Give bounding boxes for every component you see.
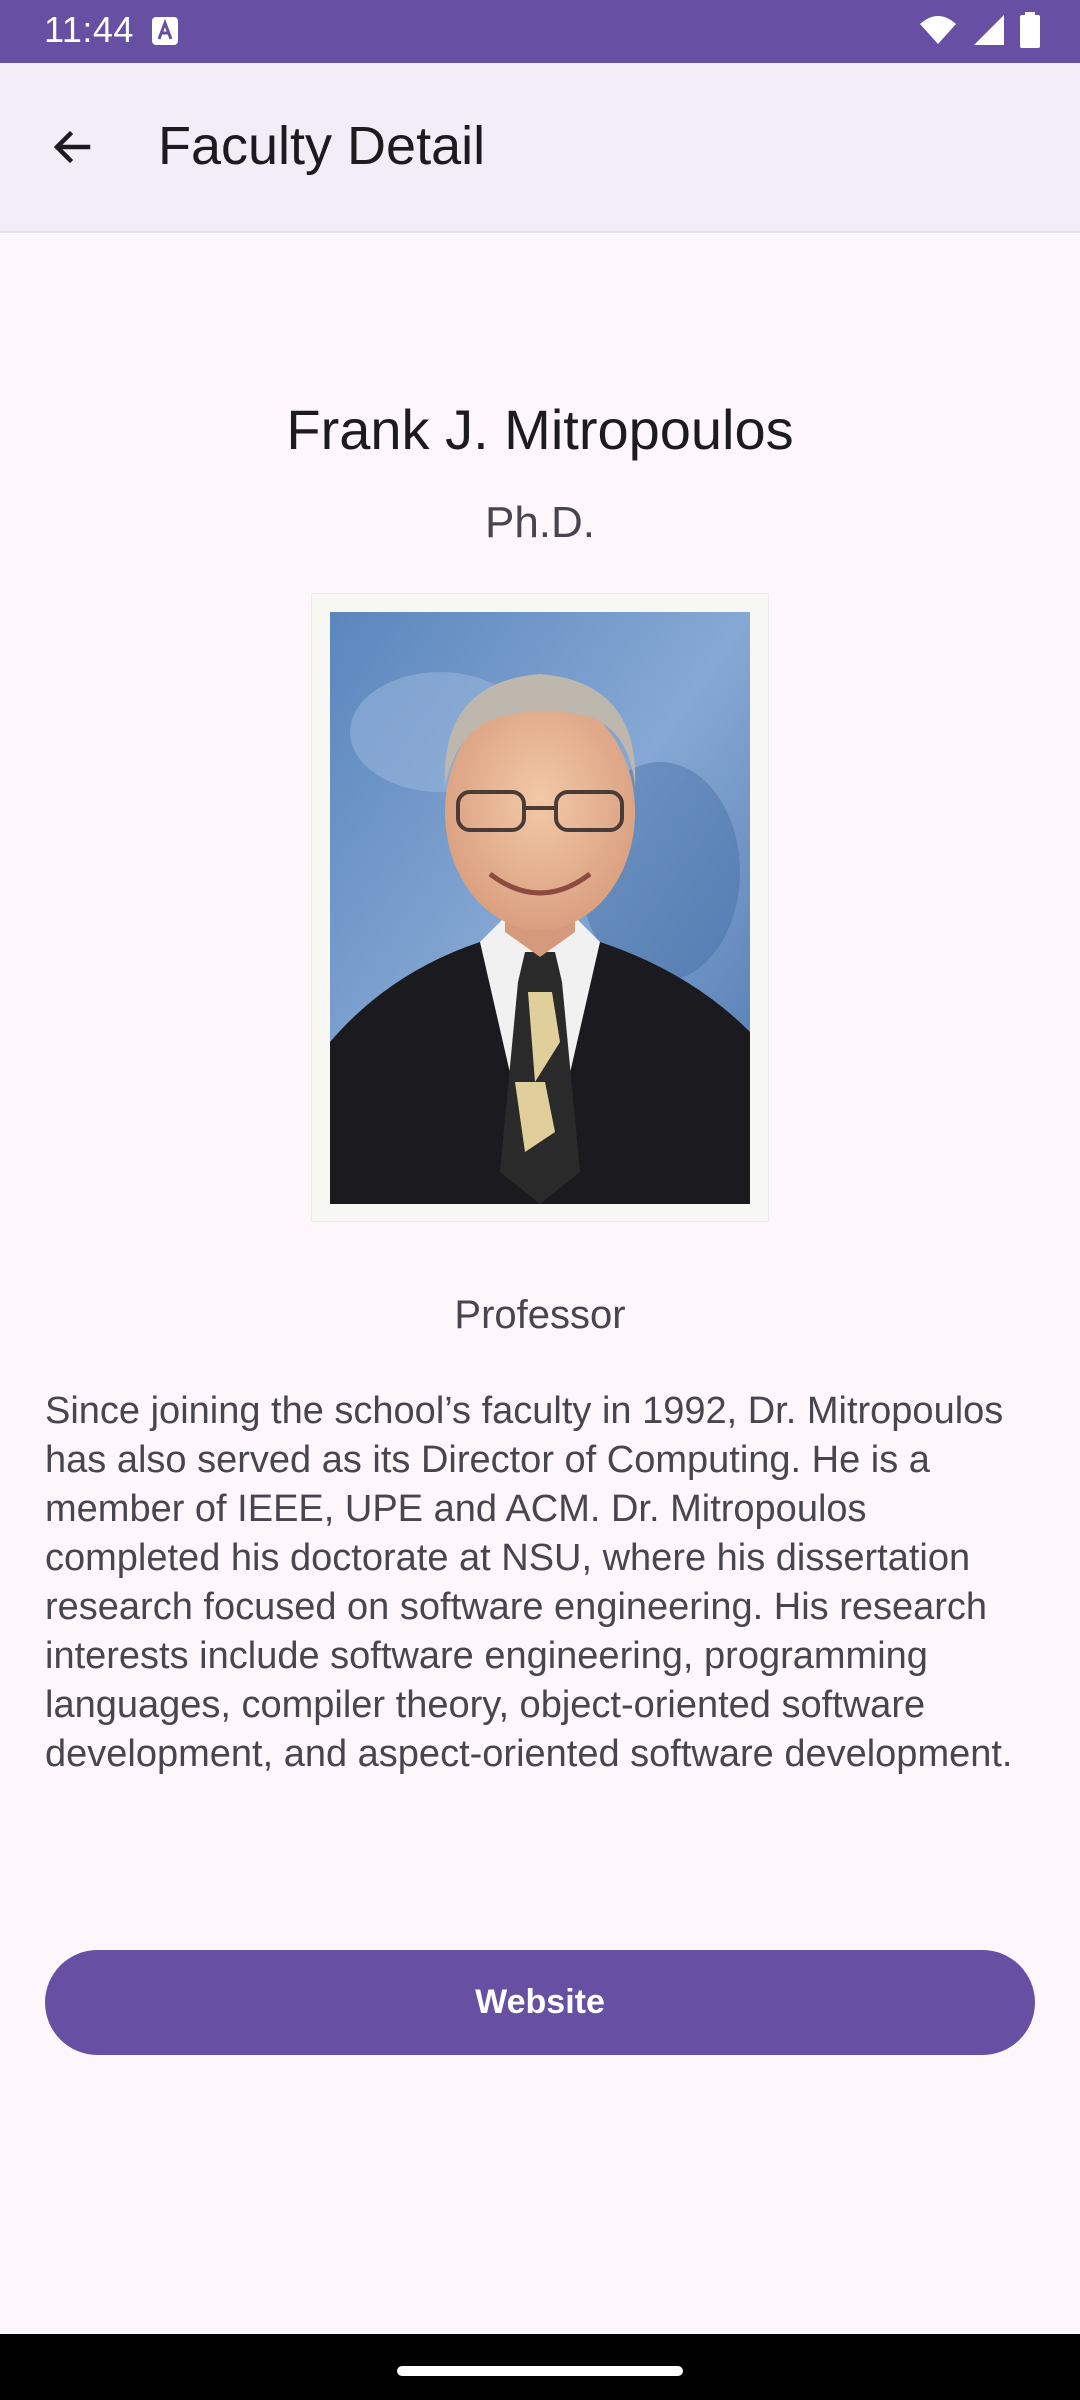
top-app-bar: Faculty Detail [0,63,1080,233]
battery-icon [1020,11,1040,53]
arrow-left-icon [48,123,96,176]
faculty-degree: Ph.D. [484,498,596,547]
website-button[interactable]: Website [45,1950,1035,2055]
faculty-detail-content: Frank J. Mitropoulos Ph.D. Professor Sin… [0,235,1080,2333]
faculty-bio: Since joining the school’s faculty in 19… [45,1390,1013,1775]
cell-signal-icon [972,13,1006,52]
portrait-image [330,612,750,1204]
home-gesture-handle[interactable] [397,2366,683,2376]
notification-badge-icon [152,17,178,45]
faculty-name: Frank J. Mitropoulos [286,398,794,461]
wifi-icon [918,14,958,51]
page-title: Faculty Detail [158,116,486,176]
status-bar: 11:44 [0,0,1080,63]
status-time: 11:44 [44,9,134,50]
faculty-photo [312,594,768,1221]
faculty-position: Professor [454,1293,626,1337]
back-button[interactable] [28,105,116,193]
status-icons [918,11,1040,53]
